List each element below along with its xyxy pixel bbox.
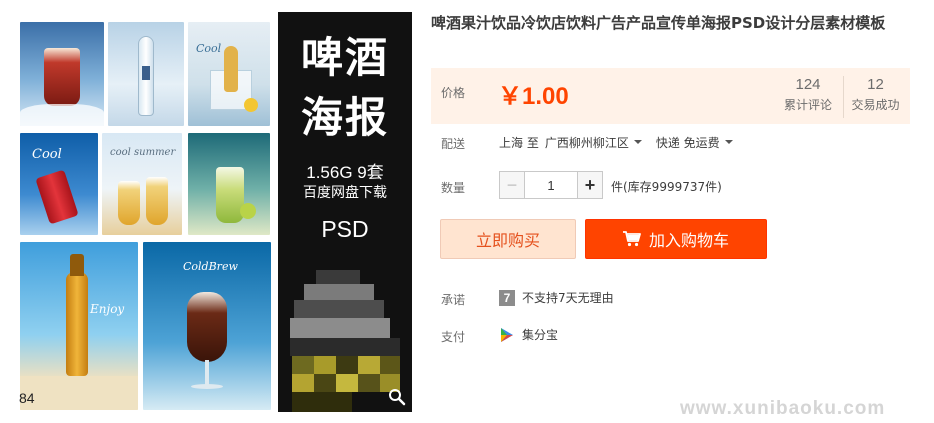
add-to-cart-button[interactable]: 加入购物车 — [585, 219, 767, 259]
sold-count-label: 交易成功 — [851, 98, 900, 112]
promo-title-line-2: 海报 — [300, 93, 389, 142]
tagline-text: cool summer — [110, 147, 176, 158]
stock-text: 件(库存9999737件) — [611, 180, 722, 194]
promo-format-text: PSD — [321, 216, 369, 242]
quantity-decrease-button[interactable]: − — [499, 171, 525, 199]
ship-from: 上海 至 — [499, 135, 539, 150]
promo-banner: 啤酒 海报 1.56G 9套 百度网盘下载 PSD — [278, 12, 412, 412]
sold-count-stat: 12 交易成功 — [843, 76, 907, 118]
main-product-image[interactable]: Cool Cool cool summer Enjoy ColdBrew 84 — [12, 12, 278, 412]
preview-water-bottle — [108, 22, 184, 126]
buy-now-button[interactable]: 立即购买 — [440, 219, 576, 259]
preview-soda-can: Cool — [20, 133, 98, 235]
price-value: ￥1.00 — [498, 83, 569, 110]
shipping-label: 配送 — [441, 137, 466, 151]
sold-count: 12 — [867, 76, 884, 93]
shipping-row: 上海 至 广西柳州柳江区 快递 免运费 — [499, 134, 733, 150]
preview-beer-glasses: cool summer — [102, 133, 182, 235]
promo-storage-text: 百度网盘下载 — [303, 185, 387, 201]
jifenbao-icon — [501, 327, 513, 342]
tagline-text: Enjoy — [90, 302, 125, 316]
watermark-text: www.xunibaoku.com — [680, 398, 886, 419]
image-count-label: 84 — [19, 390, 35, 406]
tagline-text: Cool — [32, 147, 62, 162]
payment-text: 集分宝 — [522, 328, 559, 342]
ship-method: 快递 免运费 — [655, 135, 720, 150]
ship-destination-dropdown[interactable]: 广西柳州柳江区 — [545, 134, 642, 151]
quantity-increase-button[interactable]: + — [577, 171, 603, 199]
preview-cola-glass — [20, 22, 104, 126]
tagline-text: Cool — [196, 42, 222, 55]
price-panel: 价格 ￥1.00 124 累计评论 12 交易成功 — [431, 68, 910, 124]
promise-row[interactable]: 7 不支持7天无理由 — [499, 289, 614, 306]
quantity-label: 数量 — [441, 181, 466, 195]
review-count-label: 累计评论 — [783, 98, 832, 112]
chevron-down-icon — [633, 140, 642, 144]
quantity-input[interactable] — [525, 171, 577, 199]
zoom-icon[interactable] — [388, 388, 406, 406]
preview-beach-beer: Enjoy — [20, 242, 138, 410]
product-title: 啤酒果汁饮品冷饮店饮料广告产品宣传单海报PSD设计分层素材模板 — [431, 14, 886, 32]
preview-lime-drink — [188, 133, 270, 235]
promise-label: 承诺 — [441, 293, 466, 307]
chevron-down-icon — [724, 140, 733, 144]
ship-method-dropdown[interactable]: 快递 免运费 — [656, 134, 733, 151]
cart-icon — [622, 231, 641, 247]
buy-now-label: 立即购买 — [475, 231, 540, 250]
payment-row[interactable]: 集分宝 — [499, 326, 558, 343]
promo-title-line-1: 啤酒 — [300, 33, 389, 82]
tagline-text: ColdBrew — [183, 260, 238, 273]
promo-size-text: 1.56G 9套 — [306, 163, 384, 182]
review-count-stat[interactable]: 124 累计评论 — [776, 76, 840, 113]
product-image-gallery[interactable]: Cool Cool cool summer Enjoy ColdBrew 84 … — [12, 12, 412, 412]
review-count: 124 — [795, 76, 821, 93]
price-label: 价格 — [441, 86, 466, 100]
promise-text: 不支持7天无理由 — [522, 291, 614, 305]
payment-label: 支付 — [441, 330, 466, 344]
add-to-cart-label: 加入购物车 — [648, 231, 729, 250]
preview-ice-beer: Cool — [188, 22, 270, 126]
preview-coldbrew-glass: ColdBrew — [143, 242, 271, 410]
ship-destination: 广西柳州柳江区 — [544, 135, 629, 150]
quantity-stepper: − + — [499, 171, 603, 199]
seven-day-badge-icon: 7 — [499, 289, 515, 306]
